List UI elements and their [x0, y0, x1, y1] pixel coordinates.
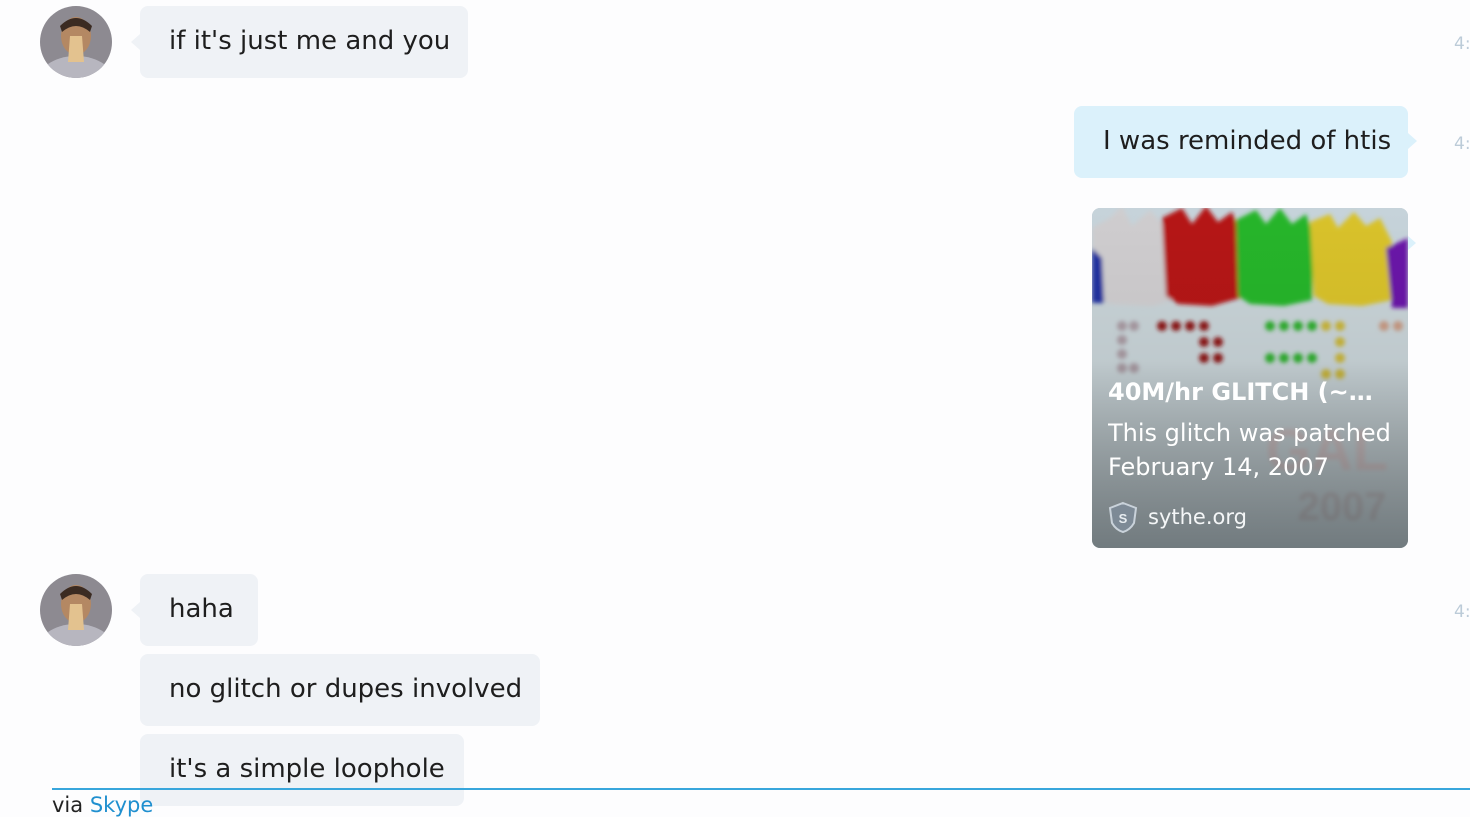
svg-text:S: S [1119, 511, 1128, 526]
message-bubble[interactable]: no glitch or dupes involved [140, 654, 540, 726]
link-preview-source: S sythe.org [1108, 501, 1247, 533]
skype-link[interactable]: Skype [90, 793, 153, 817]
via-attribution: via Skype [52, 793, 153, 817]
message-bubble[interactable]: I was reminded of htis [1074, 106, 1408, 178]
message-timestamp: 4: [1454, 134, 1470, 154]
message-timestamp: 4: [1454, 34, 1470, 54]
link-preview-domain: sythe.org [1148, 505, 1247, 529]
message-text: haha [169, 594, 234, 624]
message-timestamp: 4: [1454, 602, 1470, 622]
message-bubble[interactable]: it's a simple loophole [140, 734, 464, 806]
message-bubble[interactable]: haha [140, 574, 258, 646]
sythe-shield-icon: S [1108, 501, 1138, 533]
message-bubble[interactable]: if it's just me and you [140, 6, 468, 78]
via-label: via [52, 793, 84, 817]
message-text: if it's just me and you [169, 26, 451, 56]
link-preview-card[interactable]: GAL 2007 40M/hr GLITCH (~Massive Profit)… [1092, 208, 1408, 548]
contact-avatar[interactable] [40, 574, 112, 646]
message-text: I was reminded of htis [1103, 126, 1392, 156]
message-text: no glitch or dupes involved [169, 674, 523, 704]
contact-avatar[interactable] [40, 6, 112, 78]
message-text: it's a simple loophole [169, 754, 445, 784]
link-preview-description: This glitch was patched February 14, 200… [1108, 419, 1391, 481]
message-divider [52, 788, 1470, 790]
link-preview-title: 40M/hr GLITCH (~Massive Profit) [1108, 378, 1392, 406]
